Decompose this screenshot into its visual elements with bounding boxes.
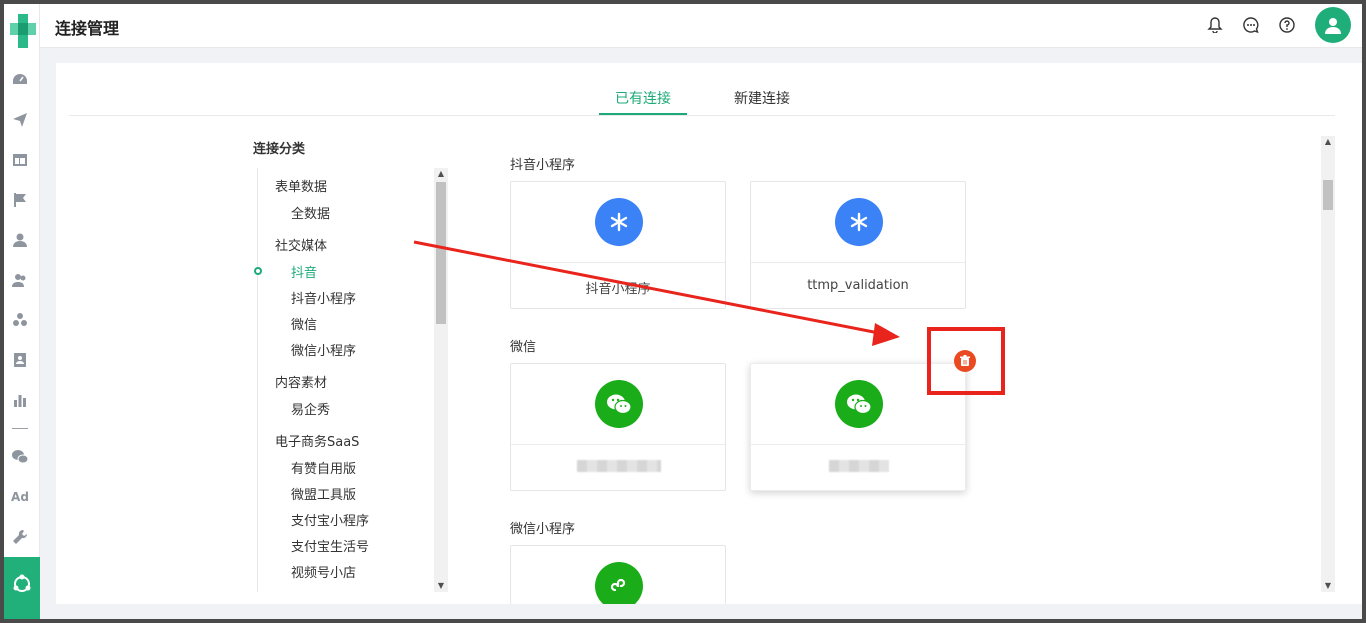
page-title: 连接管理 bbox=[55, 19, 120, 38]
bar-chart-icon[interactable] bbox=[10, 390, 30, 410]
delete-button[interactable] bbox=[954, 350, 976, 372]
connections-nav-item[interactable] bbox=[4, 557, 40, 619]
section-title: 微信 bbox=[510, 340, 537, 355]
category-list: 表单数据 全数据 社交媒体 抖音 抖音小程序 微信 微信小程序 内容素材 易企秀… bbox=[253, 168, 449, 592]
user-icon[interactable] bbox=[10, 230, 30, 250]
category-scrollbar[interactable]: ▲ ▼ bbox=[434, 168, 448, 592]
category-item[interactable]: 微信小程序 bbox=[291, 340, 356, 359]
redacted-name bbox=[829, 460, 889, 472]
connection-hub-icon bbox=[13, 574, 31, 592]
content-scrollbar[interactable]: ▲ ▼ bbox=[1321, 136, 1335, 592]
tab-existing-connections[interactable]: 已有连接 bbox=[615, 88, 671, 108]
category-item-active[interactable]: 抖音 bbox=[291, 262, 317, 281]
category-item[interactable]: 视频号小店 bbox=[291, 562, 356, 581]
wechat-nav-icon[interactable] bbox=[10, 447, 30, 467]
active-category-dot bbox=[254, 267, 262, 275]
redacted-name bbox=[577, 460, 661, 472]
top-header: 连接管理 bbox=[40, 4, 1362, 48]
connection-name: 抖音小程序 bbox=[585, 282, 651, 297]
category-group[interactable]: 表单数据 bbox=[275, 176, 327, 195]
scroll-up-arrow[interactable]: ▲ bbox=[1321, 136, 1335, 148]
category-item[interactable]: 支付宝小程序 bbox=[291, 510, 369, 529]
card-divider bbox=[511, 262, 725, 263]
category-item[interactable]: 抖音小程序 bbox=[291, 288, 356, 307]
dashboard-icon[interactable] bbox=[10, 70, 30, 90]
contact-card-icon[interactable] bbox=[10, 350, 30, 370]
category-item[interactable]: 支付宝生活号 bbox=[291, 536, 369, 555]
layout-icon[interactable] bbox=[10, 150, 30, 170]
connection-card[interactable] bbox=[510, 363, 726, 491]
left-icon-rail: Ad bbox=[4, 4, 40, 619]
card-divider bbox=[751, 262, 965, 263]
card-divider bbox=[511, 444, 725, 445]
app-logo-icon bbox=[10, 14, 36, 48]
rail-divider bbox=[12, 428, 28, 429]
ad-icon[interactable]: Ad bbox=[10, 487, 30, 507]
wrench-icon[interactable] bbox=[10, 527, 30, 547]
scroll-down-arrow[interactable]: ▼ bbox=[1321, 580, 1335, 592]
category-item[interactable]: 微盟工具版 bbox=[291, 484, 356, 503]
category-item[interactable]: 全数据 bbox=[291, 203, 330, 222]
wechat-icon bbox=[835, 380, 883, 428]
tab-bar-divider bbox=[69, 115, 1335, 116]
scroll-thumb[interactable] bbox=[1323, 180, 1333, 210]
user-avatar-icon bbox=[1325, 18, 1341, 34]
category-group[interactable]: 电子商务SaaS bbox=[275, 431, 359, 450]
scroll-down-arrow[interactable]: ▼ bbox=[434, 580, 448, 592]
category-group[interactable]: 内容素材 bbox=[275, 372, 327, 391]
category-timeline-line bbox=[257, 168, 258, 592]
category-group[interactable]: 社交媒体 bbox=[275, 235, 327, 254]
section-title: 微信小程序 bbox=[510, 522, 576, 537]
flag-icon[interactable] bbox=[10, 190, 30, 210]
wechat-icon bbox=[595, 380, 643, 428]
app-window: Ad 连接管理 已有连接 新建连接 连接分类 表单数据 全数据 社交媒体 抖音 … bbox=[4, 4, 1362, 619]
scroll-thumb[interactable] bbox=[436, 182, 446, 324]
section-title: 抖音小程序 bbox=[510, 158, 576, 173]
connection-card[interactable]: 抖音小程序 bbox=[510, 181, 726, 309]
bell-icon[interactable] bbox=[1206, 16, 1224, 34]
tab-bar: 已有连接 新建连接 bbox=[56, 63, 1362, 116]
category-item[interactable]: 微信 bbox=[291, 314, 317, 333]
users-icon[interactable] bbox=[10, 270, 30, 290]
category-item[interactable]: 有赞自用版 bbox=[291, 458, 356, 477]
category-title: 连接分类 bbox=[253, 142, 306, 157]
tab-new-connection[interactable]: 新建连接 bbox=[734, 88, 790, 108]
message-icon[interactable] bbox=[1242, 16, 1260, 34]
connection-card[interactable]: ttmp_validation bbox=[750, 181, 966, 309]
trash-icon bbox=[960, 355, 970, 366]
connection-card[interactable] bbox=[510, 545, 726, 604]
avatar[interactable] bbox=[1315, 7, 1351, 43]
card-divider bbox=[751, 444, 965, 445]
cluster-icon[interactable] bbox=[10, 310, 30, 330]
wechat-miniprogram-icon bbox=[595, 562, 643, 604]
scroll-up-arrow[interactable]: ▲ bbox=[434, 168, 448, 180]
help-icon[interactable] bbox=[1278, 16, 1296, 34]
tiktok-miniapp-icon bbox=[595, 198, 643, 246]
send-icon[interactable] bbox=[10, 110, 30, 130]
connection-name: ttmp_validation bbox=[807, 278, 909, 293]
tiktok-miniapp-icon bbox=[835, 198, 883, 246]
main-content-card: 已有连接 新建连接 连接分类 表单数据 全数据 社交媒体 抖音 抖音小程序 微信… bbox=[56, 63, 1362, 604]
category-item[interactable]: 易企秀 bbox=[291, 399, 330, 418]
